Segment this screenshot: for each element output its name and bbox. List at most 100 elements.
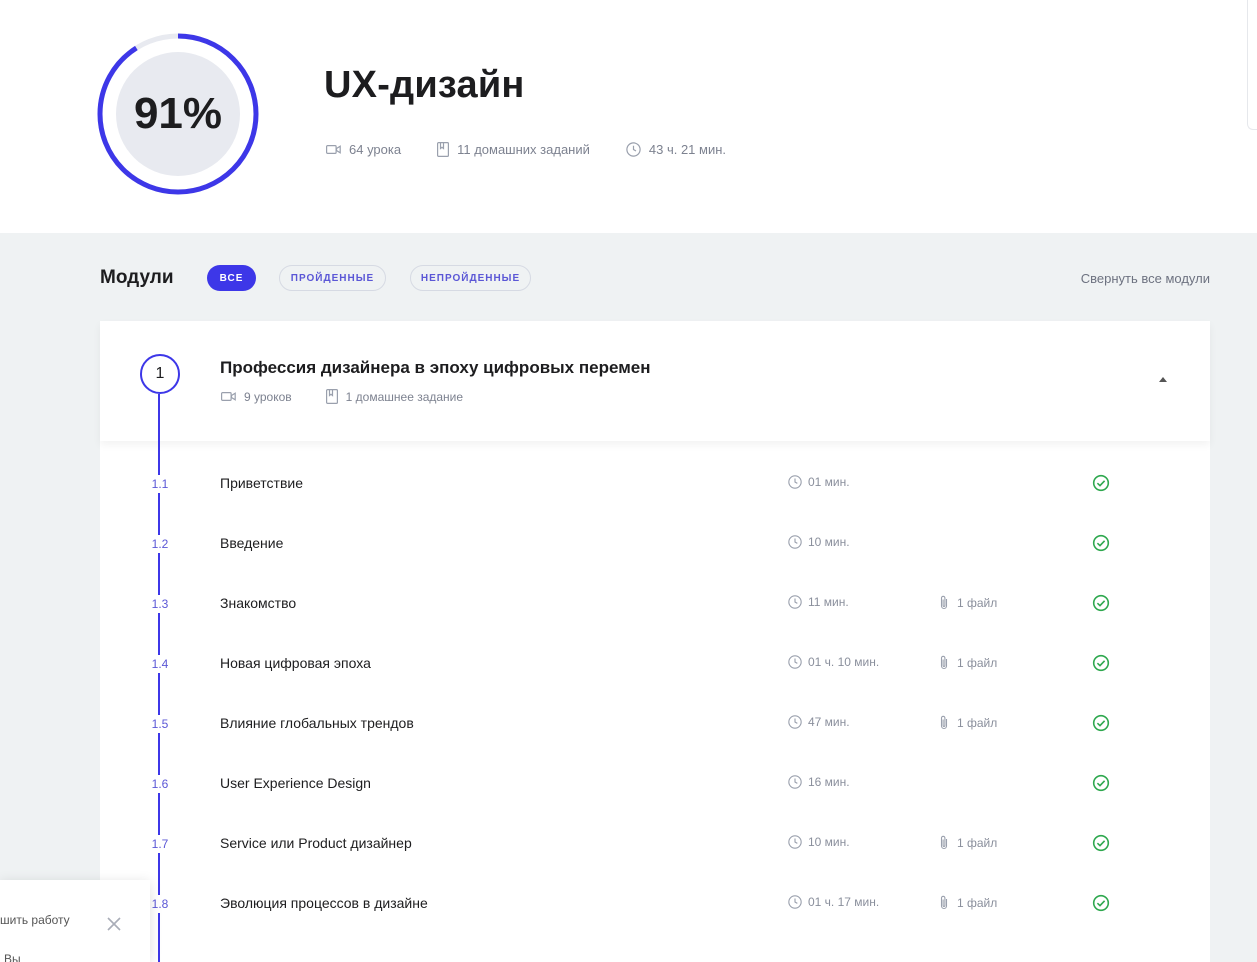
toast-message-secondary: Вы [4, 952, 21, 962]
lesson-title[interactable]: Эволюция процессов в дизайне [220, 895, 428, 911]
modules-title: Модули [100, 267, 174, 288]
paperclip-icon [940, 595, 948, 610]
clock-icon [788, 475, 802, 489]
course-duration: 43 ч. 21 мин. [626, 142, 726, 157]
modules-toolbar: Модули все пройденные непройденные Сверн… [100, 264, 1210, 292]
lesson-duration: 47 мин. [788, 715, 850, 729]
lesson-attachment[interactable]: 1 файл [939, 595, 997, 610]
module-lessons-count: 9 уроков [221, 390, 292, 404]
lesson-attachment-text: 1 файл [957, 595, 998, 610]
module-title: Профессия дизайнера в эпоху цифровых пер… [220, 358, 651, 377]
lessons-count-text: 64 урока [349, 142, 402, 157]
lesson-duration: 01 мин. [788, 475, 850, 489]
lesson-duration-text: 10 мин. [808, 835, 850, 849]
lesson-title[interactable]: Новая цифровая эпоха [220, 655, 371, 671]
module-homework-text: 1 домашнее задание [345, 389, 464, 404]
lesson-row[interactable]: 1.8 Эволюция процессов в дизайне 01 ч. 17 … [100, 876, 1210, 936]
lesson-duration-text: 01 ч. 17 мин. [808, 895, 880, 909]
course-title: UX-дизайн [324, 64, 525, 106]
clock-icon [788, 715, 802, 729]
lesson-duration: 01 ч. 10 мин. [788, 655, 879, 669]
lesson-row[interactable]: 1.2 Введение 10 мин. [100, 516, 1210, 576]
check-circle-icon [1092, 594, 1110, 612]
filter-all-button[interactable]: все [207, 265, 256, 291]
lesson-completed-status [1092, 654, 1110, 677]
lesson-duration-text: 01 ч. 10 мин. [808, 655, 880, 669]
homework-icon [325, 389, 338, 404]
lesson-duration: 11 мин. [788, 595, 849, 609]
progress-value: 91% [116, 52, 240, 176]
lesson-duration: 16 мин. [788, 775, 850, 789]
module-meta: 9 уроков 1 домашнее задание [221, 389, 497, 404]
lesson-attachment-text: 1 файл [957, 895, 998, 910]
check-circle-icon [1092, 834, 1110, 852]
chevron-up-icon[interactable] [1159, 377, 1167, 382]
lesson-row[interactable]: 1.7 Service или Product дизайнер 10 мин. 1 … [100, 816, 1210, 876]
check-circle-icon [1092, 714, 1110, 732]
toast-message: шить работу [0, 913, 70, 927]
lesson-number: 1.3 [144, 595, 176, 613]
course-meta: 64 урока 11 домашних заданий 43 ч. 21 ми… [326, 142, 762, 157]
lesson-completed-status [1092, 894, 1110, 917]
clock-icon [788, 655, 802, 669]
notification-toast: шить работу Вы [0, 880, 150, 962]
lesson-row[interactable]: 1.1 Приветствие 01 мин. [100, 456, 1210, 516]
filter-completed-button[interactable]: пройденные [279, 265, 386, 291]
check-circle-icon [1092, 534, 1110, 552]
homework-count: 11 домашних заданий [437, 142, 590, 157]
lesson-attachment[interactable]: 1 файл [939, 655, 997, 670]
homework-icon [437, 142, 450, 157]
clock-icon [788, 835, 802, 849]
lesson-attachment-text: 1 файл [957, 835, 998, 850]
side-panel-edge [1247, 0, 1257, 130]
lesson-duration: 10 мин. [788, 535, 850, 549]
clock-icon [788, 775, 802, 789]
paperclip-icon [940, 655, 948, 670]
filter-uncompleted-button[interactable]: непройденные [410, 265, 531, 291]
lesson-completed-status [1092, 714, 1110, 737]
module-number: 1 [140, 354, 180, 394]
lesson-title[interactable]: Введение [220, 535, 283, 551]
lesson-duration-text: 47 мин. [808, 715, 850, 729]
module-header[interactable]: 1 Профессия дизайнера в эпоху цифровых п… [100, 321, 1210, 441]
lesson-number: 1.5 [144, 715, 176, 733]
lesson-title[interactable]: Влияние глобальных трендов [220, 715, 414, 731]
homework-count-text: 11 домашних заданий [457, 142, 590, 157]
clock-icon [788, 895, 802, 909]
check-circle-icon [1092, 894, 1110, 912]
lesson-attachment-text: 1 файл [957, 655, 998, 670]
lesson-duration-text: 16 мин. [808, 775, 850, 789]
lesson-row[interactable]: 1.3 Знакомство 11 мин. 1 файл [100, 576, 1210, 636]
lesson-completed-status [1092, 774, 1110, 797]
lesson-title[interactable]: Знакомство [220, 595, 296, 611]
lesson-number: 1.4 [144, 655, 176, 673]
clock-icon [626, 142, 641, 157]
lesson-duration: 10 мин. [788, 835, 850, 849]
check-circle-icon [1092, 774, 1110, 792]
lesson-attachment[interactable]: 1 файл [939, 715, 997, 730]
paperclip-icon [940, 715, 948, 730]
lesson-completed-status [1092, 534, 1110, 557]
lesson-completed-status [1092, 474, 1110, 497]
lesson-title[interactable]: User Experience Design [220, 775, 371, 791]
lesson-number: 1.7 [144, 835, 176, 853]
module-lessons-text: 9 уроков [244, 389, 292, 404]
lesson-number: 1.2 [144, 535, 176, 553]
video-icon [326, 145, 341, 155]
check-circle-icon [1092, 654, 1110, 672]
lesson-title[interactable]: Service или Product дизайнер [220, 835, 412, 851]
lesson-attachment[interactable]: 1 файл [939, 835, 997, 850]
lesson-attachment[interactable]: 1 файл [939, 895, 997, 910]
lesson-row[interactable]: 1.5 Влияние глобальных трендов 47 мин. 1 фа… [100, 696, 1210, 756]
close-icon[interactable] [105, 915, 123, 933]
collapse-all-link[interactable]: Свернуть все модули [1081, 271, 1210, 286]
clock-icon [788, 595, 802, 609]
lesson-number: 1.1 [144, 475, 176, 493]
lessons-count: 64 урока [326, 142, 401, 157]
lesson-attachment-text: 1 файл [957, 715, 998, 730]
lesson-row[interactable]: 1.6 User Experience Design 16 мин. [100, 756, 1210, 816]
lesson-title[interactable]: Приветствие [220, 475, 303, 491]
progress-ring: 91% [96, 32, 260, 196]
lesson-row[interactable]: 1.4 Новая цифровая эпоха 01 ч. 10 мин. 1 фа… [100, 636, 1210, 696]
module-homework-count: 1 домашнее задание [325, 389, 464, 404]
